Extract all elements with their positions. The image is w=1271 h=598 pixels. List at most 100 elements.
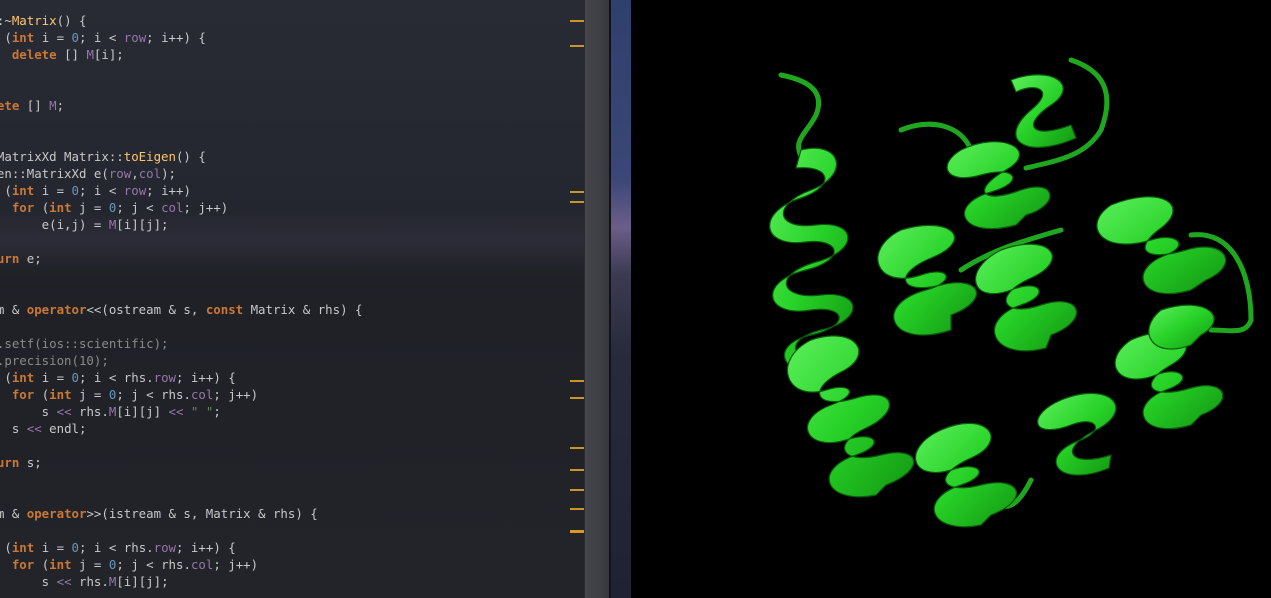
code-token: eam & [0, 506, 20, 521]
code-line[interactable] [0, 284, 362, 301]
code-line[interactable]: or (int i = 0; i < rhs.row; i++) { [0, 369, 362, 386]
code-line[interactable]: eturn e; [0, 250, 362, 267]
code-token: () { [56, 13, 87, 28]
code-token: i = [34, 30, 72, 45]
code-line[interactable]: ::MatrixXd Matrix::toEigen() { [0, 148, 362, 165]
code-line[interactable]: or (int i = 0; i < row; i++) { [0, 29, 362, 46]
window-divider [609, 0, 633, 598]
code-token: ; j < rhs. [116, 387, 191, 402]
marker-tick[interactable] [570, 469, 584, 471]
code-token: int [49, 387, 72, 402]
code-token: ); [161, 166, 176, 181]
code-token: 0 [71, 370, 80, 385]
code-token: e; [19, 251, 42, 266]
code-token: [] [56, 47, 87, 62]
code-token: col [138, 166, 162, 181]
code-token: M [86, 47, 94, 62]
code-token: x::~ [0, 13, 12, 28]
code-line[interactable] [0, 471, 362, 488]
code-line[interactable]: for (int j = 0; j < rhs.col; j++) [0, 386, 362, 403]
code-token: ; i++) [146, 183, 191, 198]
code-token: /s.setf(ios::scientific); [0, 336, 169, 351]
marker-tick[interactable] [570, 201, 584, 203]
code-token: << [56, 574, 72, 589]
code-line[interactable]: or (int i = 0; i < row; i++) [0, 182, 362, 199]
code-token: rhs. [71, 574, 109, 589]
code-token: M [49, 98, 57, 113]
code-line[interactable] [0, 522, 362, 539]
code-line[interactable]: /s.setf(ios::scientific); [0, 335, 362, 352]
marker-tick[interactable] [570, 45, 584, 47]
code-token: operator [26, 506, 87, 521]
code-token: >>(istream & s, Matrix & rhs) { [86, 506, 318, 521]
marker-tick[interactable] [570, 380, 584, 382]
code-token: ; i++) { [176, 370, 236, 385]
marker-tick[interactable] [570, 191, 584, 193]
code-line[interactable] [0, 437, 362, 454]
code-token: " " [190, 404, 214, 419]
code-line[interactable]: x::~Matrix() { [0, 12, 362, 29]
marker-gutter [566, 0, 584, 598]
editor-scrollbar[interactable] [584, 0, 610, 598]
code-line[interactable] [0, 318, 362, 335]
helix-ribbons [769, 74, 1227, 528]
code-token: ( [34, 387, 50, 402]
code-token: for [11, 387, 35, 402]
code-token: i = [34, 540, 72, 555]
code-line[interactable]: delete [] M[i]; [0, 46, 362, 63]
code-line[interactable] [0, 63, 362, 80]
code-token: ; i < rhs. [79, 540, 154, 555]
code-token: igen::MatrixXd e( [0, 166, 109, 181]
code-line[interactable] [0, 131, 362, 148]
code-token: int [11, 30, 35, 45]
code-token: ; i < rhs. [79, 370, 154, 385]
code-line[interactable]: elete [] M; [0, 97, 362, 114]
marker-tick[interactable] [570, 508, 584, 510]
code-line[interactable]: e(i,j) = M[i][j]; [0, 216, 362, 233]
code-line[interactable]: or (int i = 0; i < rhs.row; i++) { [0, 539, 362, 556]
protein-ribbon-icon[interactable] [631, 0, 1271, 598]
code-token: j = [71, 557, 109, 572]
code-line[interactable] [0, 233, 362, 250]
code-line[interactable] [0, 267, 362, 284]
code-line[interactable]: eam & operator>>(istream & s, Matrix & r… [0, 505, 362, 522]
marker-tick[interactable] [570, 489, 584, 491]
code-text[interactable]: x::~Matrix() {or (int i = 0; i < row; i+… [0, 12, 362, 590]
code-line[interactable]: s << endl; [0, 420, 362, 437]
code-token: eam & [0, 302, 20, 317]
code-line[interactable]: for (int j = 0; j < rhs.col; j++) [0, 556, 362, 573]
code-line[interactable]: eam & operator<<(ostream & s, const Matr… [0, 301, 362, 318]
code-token: const [205, 302, 244, 317]
code-line[interactable] [0, 488, 362, 505]
code-token: eturn [0, 455, 20, 470]
code-line[interactable] [0, 114, 362, 131]
code-token: ( [34, 200, 50, 215]
molecule-viewer[interactable] [631, 0, 1271, 598]
code-token: col [190, 557, 214, 572]
marker-tick[interactable] [570, 530, 584, 533]
code-token: ; j < rhs. [116, 557, 191, 572]
code-token: ; [213, 404, 221, 419]
code-editor[interactable]: x::~Matrix() {or (int i = 0; i < row; i+… [0, 0, 584, 598]
code-line[interactable]: igen::MatrixXd e(row,col); [0, 165, 362, 182]
code-line[interactable] [0, 80, 362, 97]
code-token: row [123, 30, 147, 45]
marker-tick[interactable] [570, 447, 584, 449]
code-token: ; j < [116, 200, 162, 215]
code-token: s [41, 574, 50, 589]
code-line[interactable]: eturn s; [0, 454, 362, 471]
code-token: <<(ostream & s, [86, 302, 206, 317]
code-line[interactable]: for (int j = 0; j < col; j++) [0, 199, 362, 216]
coil-segment [778, 72, 821, 163]
marker-tick[interactable] [570, 397, 584, 399]
code-line[interactable]: s << rhs.M[i][j]; [0, 573, 362, 590]
marker-tick[interactable] [570, 20, 584, 22]
code-line[interactable]: s << rhs.M[i][j] << " "; [0, 403, 362, 420]
code-token: ; i < [79, 30, 124, 45]
code-line[interactable]: /s.precision(10); [0, 352, 362, 369]
code-token: elete [0, 98, 20, 113]
code-token: , [131, 166, 139, 181]
code-token: for [11, 200, 35, 215]
